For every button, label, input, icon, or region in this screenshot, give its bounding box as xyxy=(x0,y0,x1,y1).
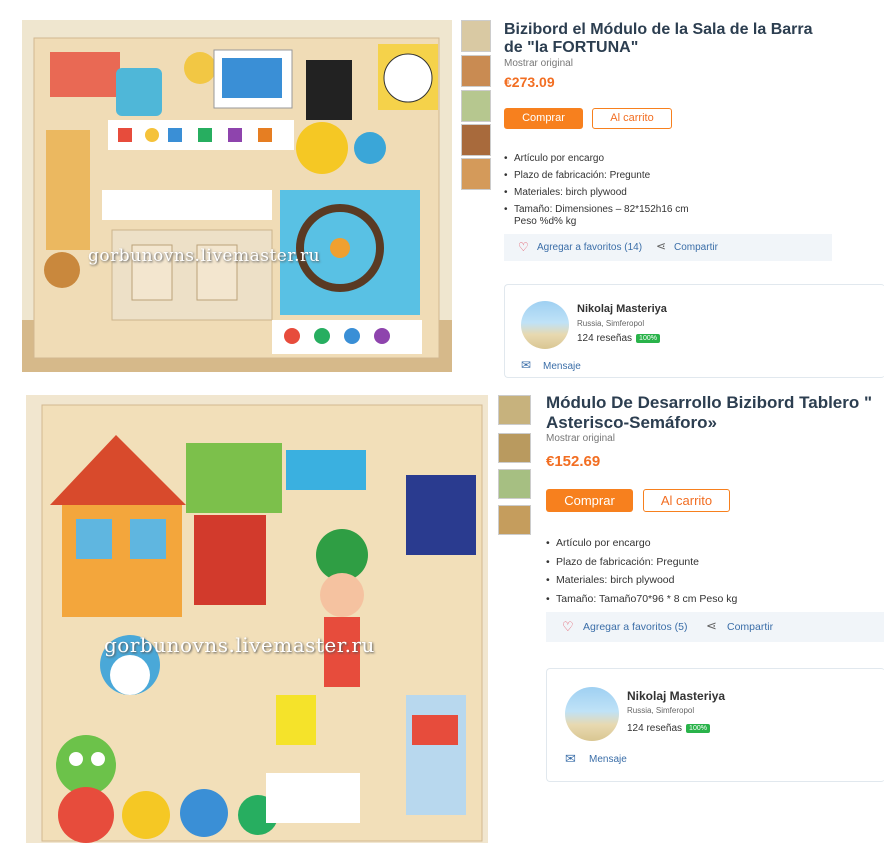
rating-badge: 100% xyxy=(686,723,710,733)
product-properties: Artículo por encargo Plazo de fabricació… xyxy=(504,150,824,218)
thumbnail-3[interactable] xyxy=(498,469,531,499)
busy-board-illustration xyxy=(22,20,452,372)
busy-board-illustration xyxy=(26,395,488,843)
message-link[interactable]: Mensaje xyxy=(589,754,627,765)
property-item: Plazo de fabricación: Pregunte xyxy=(504,167,824,184)
mail-icon[interactable]: ✉ xyxy=(565,751,576,767)
thumbnail-2[interactable] xyxy=(461,55,491,87)
thumbnail-4[interactable] xyxy=(498,505,531,535)
seller-name[interactable]: Nikolaj Masteriya xyxy=(577,303,667,315)
thumbnail-1[interactable] xyxy=(498,395,531,425)
thumbnail-1[interactable] xyxy=(461,20,491,52)
reviews-count: 124 reseñas xyxy=(577,333,633,344)
property-item: Tamaño: Tamaño70*96 * 8 cm Peso kg xyxy=(546,590,866,609)
message-link[interactable]: Mensaje xyxy=(543,361,581,372)
seller-avatar[interactable] xyxy=(521,301,569,349)
thumbnail-3[interactable] xyxy=(461,90,491,122)
watermark: gorbunovns.livemaster.ru xyxy=(104,633,375,657)
add-to-cart-button[interactable]: Al carrito xyxy=(592,108,672,129)
seller-card: Nikolaj Masteriya Russia, Simferopol 124… xyxy=(504,284,884,378)
rating-badge: 100% xyxy=(636,333,660,343)
seller-location: Russia, Simferopol xyxy=(577,319,645,328)
property-item: Artículo por encargo xyxy=(504,150,824,167)
title-line-2: de "la FORTUNA" xyxy=(504,39,639,57)
thumbnail-2[interactable] xyxy=(498,433,531,463)
product-price: €152.69 xyxy=(546,453,601,470)
buy-button[interactable]: Comprar xyxy=(504,108,583,129)
mail-icon[interactable]: ✉ xyxy=(521,358,531,372)
product-price: €273.09 xyxy=(504,74,555,90)
product-photo-2[interactable]: gorbunovns.livemaster.ru xyxy=(26,395,488,843)
add-to-favorites-link[interactable]: Agregar a favoritos (14) xyxy=(537,242,642,253)
product-photo-1[interactable]: gorbunovns.livemaster.ru xyxy=(22,20,452,372)
title-line-1: Bizibord el Módulo de la Sala de la Barr… xyxy=(504,21,813,38)
property-item: Artículo por encargo xyxy=(546,534,866,553)
show-original-link[interactable]: Mostrar original xyxy=(504,58,573,69)
thumbnail-5[interactable] xyxy=(461,158,491,190)
product-title: Bizibord el Módulo de la Sala de la Barr… xyxy=(504,21,813,58)
seller-card: Nikolaj Masteriya Russia, Simferopol 124… xyxy=(546,668,884,782)
share-link[interactable]: Compartir xyxy=(727,621,773,633)
heart-icon[interactable]: ♡ xyxy=(562,619,574,635)
property-weight: Peso %d% kg xyxy=(514,216,577,227)
share-icon[interactable]: ⋖ xyxy=(656,239,666,253)
seller-avatar[interactable] xyxy=(565,687,619,741)
share-icon[interactable]: ⋖ xyxy=(706,618,717,634)
seller-reviews[interactable]: 124 reseñas 100% xyxy=(627,723,710,734)
social-bar: ♡ Agregar a favoritos (14) ⋖ Compartir xyxy=(504,234,832,261)
show-original-link[interactable]: Mostrar original xyxy=(546,433,615,444)
property-item: Materiales: birch plywood xyxy=(546,571,866,590)
seller-name[interactable]: Nikolaj Masteriya xyxy=(627,689,725,703)
buy-button[interactable]: Comprar xyxy=(546,489,633,512)
share-link[interactable]: Compartir xyxy=(674,242,718,253)
seller-reviews[interactable]: 124 reseñas 100% xyxy=(577,333,660,344)
thumbnail-4[interactable] xyxy=(461,124,491,156)
title-line-1: Módulo De Desarrollo Bizibord Tablero " xyxy=(546,393,873,412)
seller-location: Russia, Simferopol xyxy=(627,706,695,715)
title-line-2: Asterisco-Semáforo» xyxy=(546,412,718,432)
social-bar: ♡ Agregar a favoritos (5) ⋖ Compartir xyxy=(546,612,884,642)
property-item: Materiales: birch plywood xyxy=(504,184,824,201)
product-properties: Artículo por encargo Plazo de fabricació… xyxy=(546,534,866,608)
product-title: Módulo De Desarrollo Bizibord Tablero " … xyxy=(546,393,872,432)
add-to-cart-button[interactable]: Al carrito xyxy=(643,489,730,512)
heart-icon[interactable]: ♡ xyxy=(518,240,529,254)
property-item: Plazo de fabricación: Pregunte xyxy=(546,553,866,572)
watermark: gorbunovns.livemaster.ru xyxy=(88,246,321,266)
add-to-favorites-link[interactable]: Agregar a favoritos (5) xyxy=(583,621,687,633)
reviews-count: 124 reseñas xyxy=(627,723,683,734)
